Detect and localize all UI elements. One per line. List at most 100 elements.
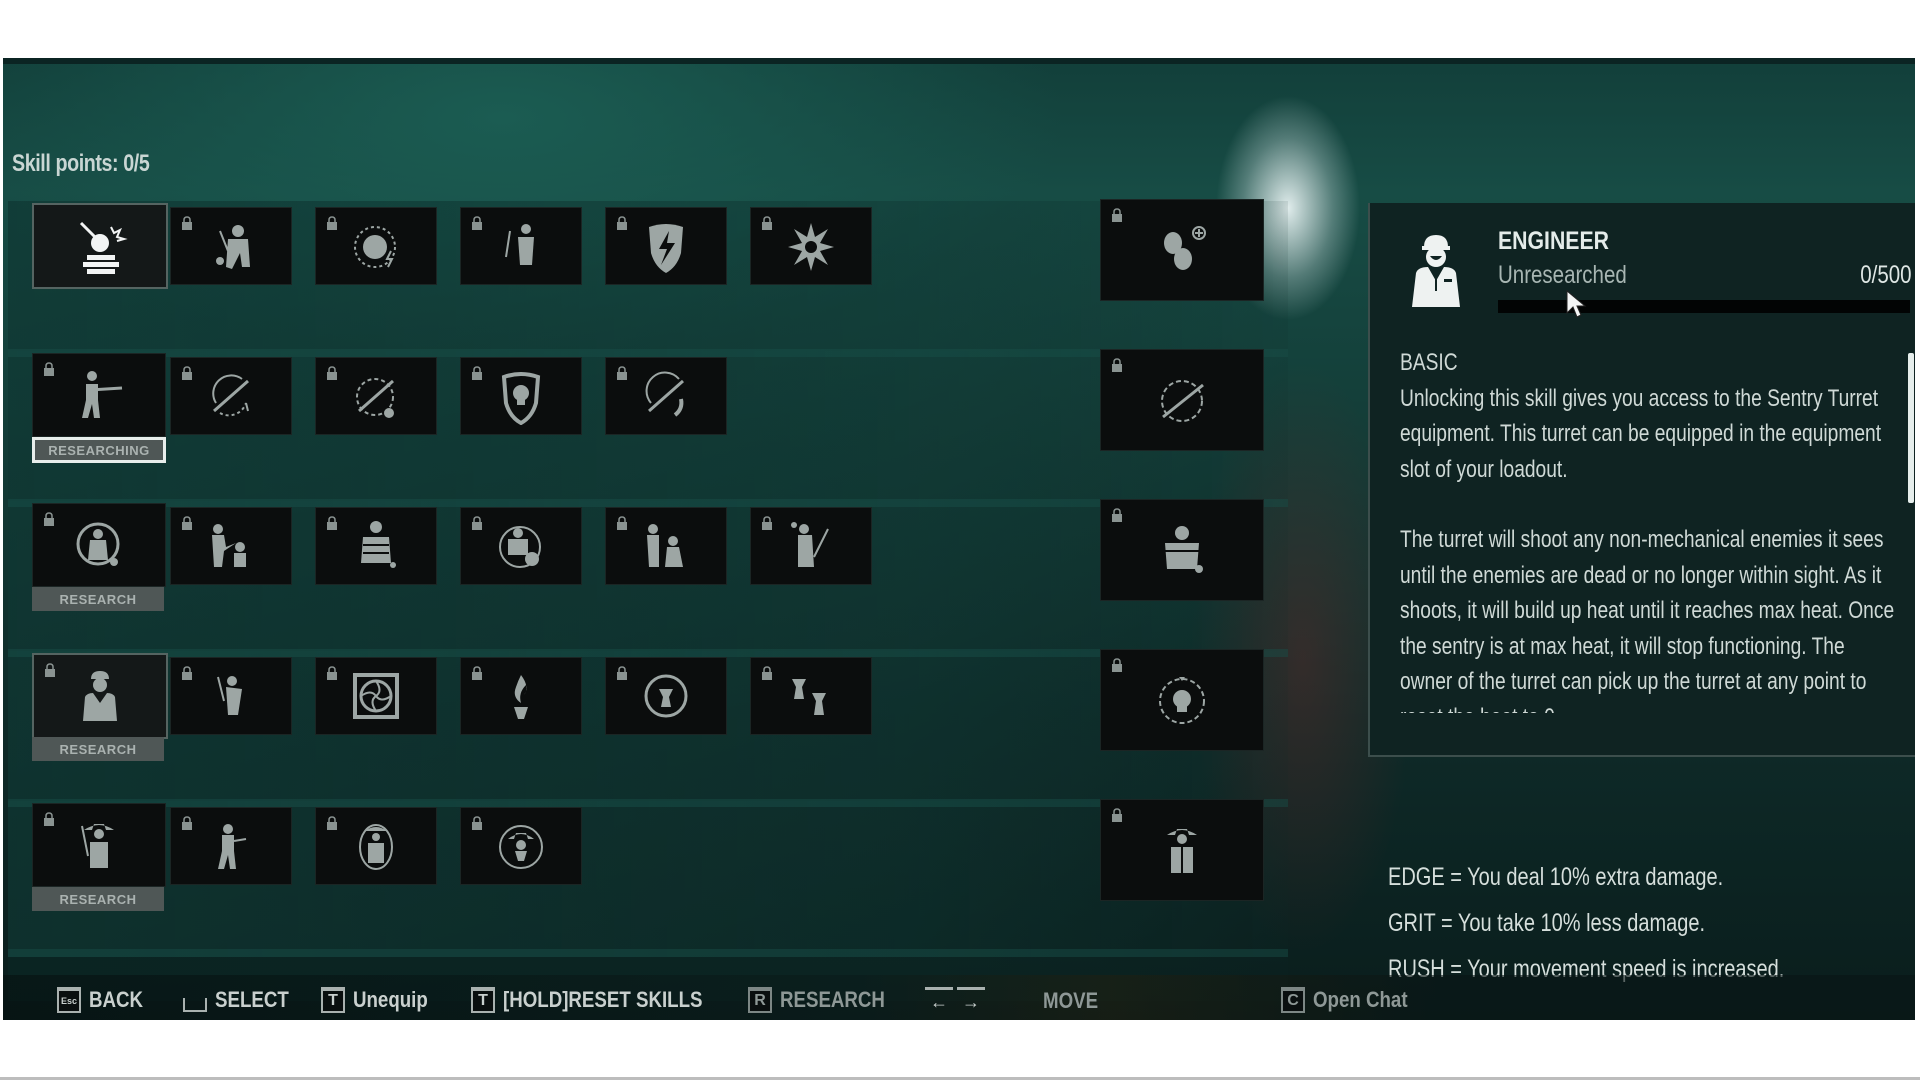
- skill-tile[interactable]: [315, 657, 437, 735]
- turret-cycle-icon: [644, 674, 688, 718]
- skill-tile[interactable]: [315, 807, 437, 885]
- lock-icon: [1112, 208, 1122, 222]
- grenades-plus-icon: [1164, 226, 1206, 270]
- skill-category-tile[interactable]: [32, 653, 168, 739]
- intimidate-icon: [647, 524, 683, 567]
- skill-tile[interactable]: [315, 207, 437, 285]
- control-hints-bar: Esc BACK SELECT T Unequip T [HOLD]RESET …: [3, 975, 1915, 1020]
- skill-category-tile[interactable]: [32, 503, 166, 587]
- skill-tree-grid: RESEARCHING RESEARCH RESEARCH RESEARCH: [8, 199, 1288, 1001]
- grenadier-icon: [216, 225, 250, 269]
- lock-icon: [762, 666, 772, 680]
- legend-edge: EDGE = You deal 10% extra damage.: [1388, 863, 1724, 891]
- research-button[interactable]: R RESEARCH: [748, 987, 903, 1013]
- skill-tile[interactable]: [460, 807, 582, 885]
- lock-icon: [762, 516, 772, 530]
- unequip-button[interactable]: T Unequip: [321, 987, 441, 1013]
- cowboy-icon: [81, 824, 114, 868]
- capstone-skill-tile[interactable]: [1100, 349, 1264, 451]
- melee-soldier-icon: [505, 224, 534, 265]
- gunslinger-icon: [218, 824, 247, 869]
- lock-icon: [182, 516, 192, 530]
- legend-grit: GRIT = You take 10% less damage.: [1388, 909, 1706, 937]
- skill-tile[interactable]: [170, 657, 292, 735]
- game-screen: Skill points: 0/5 RESEARCHING RESEARCH RES…: [3, 58, 1915, 1020]
- lock-icon: [762, 216, 772, 230]
- lock-icon: [327, 516, 337, 530]
- skill-tile[interactable]: [605, 357, 727, 435]
- detail-section-title: BASIC: [1400, 349, 1458, 376]
- back-button[interactable]: Esc BACK: [57, 987, 153, 1013]
- lock-icon: [327, 216, 337, 230]
- lock-icon: [182, 816, 192, 830]
- skill-tile[interactable]: [460, 657, 582, 735]
- t-key-icon: T: [321, 987, 345, 1013]
- skull-shield-icon: [501, 372, 541, 425]
- lock-icon: [617, 516, 627, 530]
- cowboy-circle-icon: [359, 824, 393, 870]
- skill-tile[interactable]: [170, 357, 292, 435]
- rifle-circle-icon: [1161, 380, 1204, 422]
- esc-key-icon: Esc: [57, 987, 81, 1013]
- open-chat-button[interactable]: C Open Chat: [1281, 987, 1424, 1013]
- capstone-skill-tile[interactable]: [1100, 199, 1264, 301]
- skill-tile[interactable]: [170, 807, 292, 885]
- engineer-icon: [1412, 235, 1460, 307]
- detail-title: ENGINEER: [1498, 227, 1610, 255]
- lock-icon: [617, 216, 627, 230]
- lock-icon: [327, 816, 337, 830]
- skill-tile[interactable]: [460, 207, 582, 285]
- skill-tile[interactable]: [605, 657, 727, 735]
- skill-tile[interactable]: [605, 507, 727, 585]
- skill-category-tile[interactable]: [32, 353, 166, 437]
- skill-tile[interactable]: [750, 507, 872, 585]
- skill-category-tile[interactable]: [32, 803, 166, 887]
- research-progress-text: 0/500: [1860, 261, 1912, 289]
- capstone-skill-tile[interactable]: [1100, 799, 1264, 901]
- lock-icon: [472, 216, 482, 230]
- lock-icon: [44, 512, 54, 526]
- medic-cycle-icon: [76, 522, 120, 566]
- repair-icon: [217, 676, 242, 715]
- capstone-skill-tile[interactable]: [1100, 649, 1264, 751]
- skill-tile[interactable]: [315, 507, 437, 585]
- lock-icon: [472, 516, 482, 530]
- skill-detail-panel: ENGINEER Unresearched 0/500 BASIC Unlock…: [1368, 203, 1915, 757]
- mouse-cursor-icon: [1566, 289, 1587, 318]
- move-hint: ← → MOVE: [925, 987, 1108, 1014]
- detail-status: Unresearched: [1498, 261, 1627, 289]
- lock-icon: [617, 366, 627, 380]
- skill-tile[interactable]: [460, 507, 582, 585]
- skill-category-tile[interactable]: [32, 203, 168, 289]
- lock-icon: [472, 366, 482, 380]
- arrow-right-icon: →: [957, 987, 985, 1014]
- research-button[interactable]: RESEARCH: [32, 887, 164, 911]
- skull-circle-icon: [1159, 677, 1205, 724]
- c-key-icon: C: [1281, 987, 1305, 1013]
- researching-badge[interactable]: RESEARCHING: [32, 437, 166, 463]
- detail-scrollbar[interactable]: [1908, 353, 1914, 503]
- skill-tile[interactable]: [605, 207, 727, 285]
- lock-icon: [617, 666, 627, 680]
- research-progress-bar: [1498, 300, 1910, 313]
- reset-skills-button[interactable]: T [HOLD]RESET SKILLS: [471, 987, 738, 1013]
- lock-icon: [1112, 358, 1122, 372]
- r-key-icon: R: [748, 987, 772, 1013]
- capstone-skill-tile[interactable]: [1100, 499, 1264, 601]
- explosion-icon: [788, 223, 834, 271]
- rifle-cycle-skull-icon: [356, 378, 394, 418]
- select-button[interactable]: SELECT: [183, 987, 302, 1013]
- skill-tile[interactable]: [750, 657, 872, 735]
- engineer-icon: [83, 671, 117, 721]
- lock-icon: [182, 666, 192, 680]
- research-button[interactable]: RESEARCH: [32, 737, 164, 761]
- skill-points-label: Skill points: 0/5: [12, 150, 150, 177]
- skill-tile[interactable]: [750, 207, 872, 285]
- skill-tile[interactable]: [170, 507, 292, 585]
- skill-tile[interactable]: [170, 207, 292, 285]
- soldier-rifle-icon: [791, 522, 829, 567]
- skill-tile[interactable]: [315, 357, 437, 435]
- research-button[interactable]: RESEARCH: [32, 587, 164, 611]
- skill-tile[interactable]: [460, 357, 582, 435]
- brain-shock-icon: [354, 226, 396, 268]
